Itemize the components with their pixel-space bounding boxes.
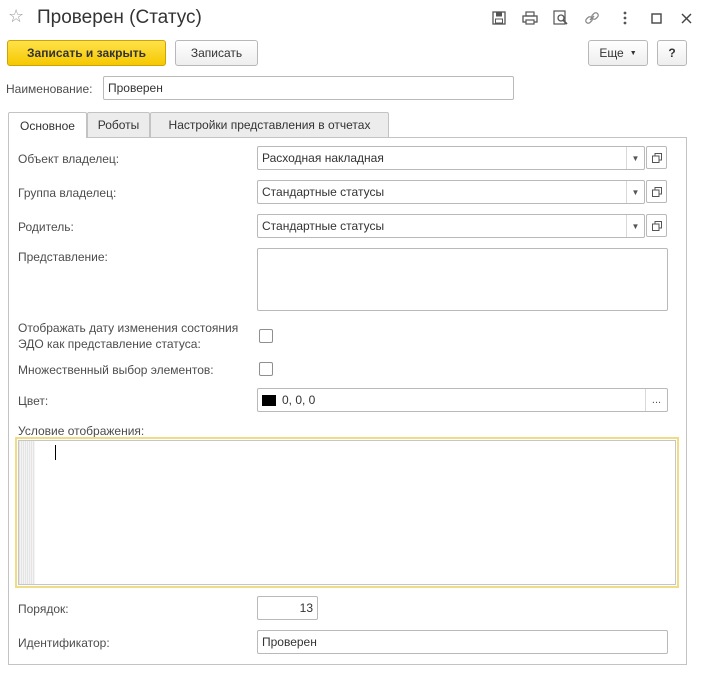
link-icon[interactable] bbox=[583, 9, 601, 27]
owner-group-value: Стандартные статусы bbox=[262, 185, 385, 199]
tab-report-settings[interactable]: Настройки представления в отчетах bbox=[150, 112, 389, 137]
owner-group-field[interactable]: Стандартные статусы ▼ bbox=[257, 180, 645, 204]
multi-select-label: Множественный выбор элементов: bbox=[18, 363, 214, 377]
more-button-label: Еще bbox=[599, 46, 624, 60]
text-cursor bbox=[55, 445, 56, 460]
show-edo-date-checkbox[interactable] bbox=[259, 329, 273, 343]
color-value: 0, 0, 0 bbox=[282, 393, 316, 407]
open-icon bbox=[651, 152, 662, 163]
owner-object-label: Объект владелец: bbox=[18, 152, 120, 166]
identifier-input[interactable]: Проверен bbox=[257, 630, 668, 654]
owner-group-label: Группа владелец: bbox=[18, 186, 117, 200]
preview-icon[interactable] bbox=[552, 9, 570, 27]
help-button[interactable]: ? bbox=[657, 40, 687, 66]
save-button[interactable]: Записать bbox=[175, 40, 258, 66]
tab-main[interactable]: Основное bbox=[8, 112, 87, 138]
name-input[interactable]: Проверен bbox=[103, 76, 514, 100]
dropdown-arrow-icon[interactable]: ▼ bbox=[626, 181, 644, 203]
save-icon[interactable] bbox=[490, 9, 508, 27]
open-icon bbox=[651, 186, 662, 197]
save-and-close-button[interactable]: Записать и закрыть bbox=[7, 40, 166, 66]
maximize-icon[interactable] bbox=[647, 9, 665, 27]
star-icon[interactable]: ☆ bbox=[8, 6, 24, 26]
parent-value: Стандартные статусы bbox=[262, 219, 385, 233]
show-edo-date-label-line2: ЭДО как представление статуса: bbox=[18, 337, 201, 351]
color-label: Цвет: bbox=[18, 394, 49, 408]
identifier-value: Проверен bbox=[262, 635, 317, 649]
line-number-gutter bbox=[19, 441, 35, 584]
chevron-down-icon: ▼ bbox=[629, 49, 637, 57]
color-field[interactable]: 0, 0, 0 ... bbox=[257, 388, 668, 412]
multi-select-checkbox[interactable] bbox=[259, 362, 273, 376]
dropdown-arrow-icon[interactable]: ▼ bbox=[626, 215, 644, 237]
print-icon[interactable] bbox=[521, 9, 539, 27]
color-select-button[interactable]: ... bbox=[645, 389, 667, 411]
name-label: Наименование: bbox=[6, 82, 93, 96]
show-edo-date-label-line1: Отображать дату изменения состояния bbox=[18, 321, 239, 335]
more-icon[interactable] bbox=[616, 9, 634, 27]
open-parent-button[interactable] bbox=[646, 214, 667, 237]
order-value: 13 bbox=[299, 601, 313, 615]
window-title: Проверен (Статус) bbox=[37, 7, 202, 28]
owner-object-value: Расходная накладная bbox=[262, 151, 384, 165]
close-icon[interactable] bbox=[677, 9, 695, 27]
order-input[interactable]: 13 bbox=[257, 596, 318, 620]
dropdown-arrow-icon[interactable]: ▼ bbox=[626, 147, 644, 169]
tab-robots[interactable]: Роботы bbox=[87, 112, 150, 137]
open-owner-object-button[interactable] bbox=[646, 146, 667, 169]
owner-object-field[interactable]: Расходная накладная ▼ bbox=[257, 146, 645, 170]
name-value: Проверен bbox=[108, 81, 163, 95]
condition-editor[interactable] bbox=[15, 437, 679, 588]
identifier-label: Идентификатор: bbox=[18, 636, 110, 650]
open-icon bbox=[651, 220, 662, 231]
parent-field[interactable]: Стандартные статусы ▼ bbox=[257, 214, 645, 238]
more-button[interactable]: Еще ▼ bbox=[588, 40, 648, 66]
color-swatch bbox=[262, 394, 276, 406]
presentation-textarea[interactable] bbox=[257, 248, 668, 311]
open-owner-group-button[interactable] bbox=[646, 180, 667, 203]
parent-label: Родитель: bbox=[18, 220, 74, 234]
order-label: Порядок: bbox=[18, 602, 69, 616]
presentation-label: Представление: bbox=[18, 250, 108, 264]
